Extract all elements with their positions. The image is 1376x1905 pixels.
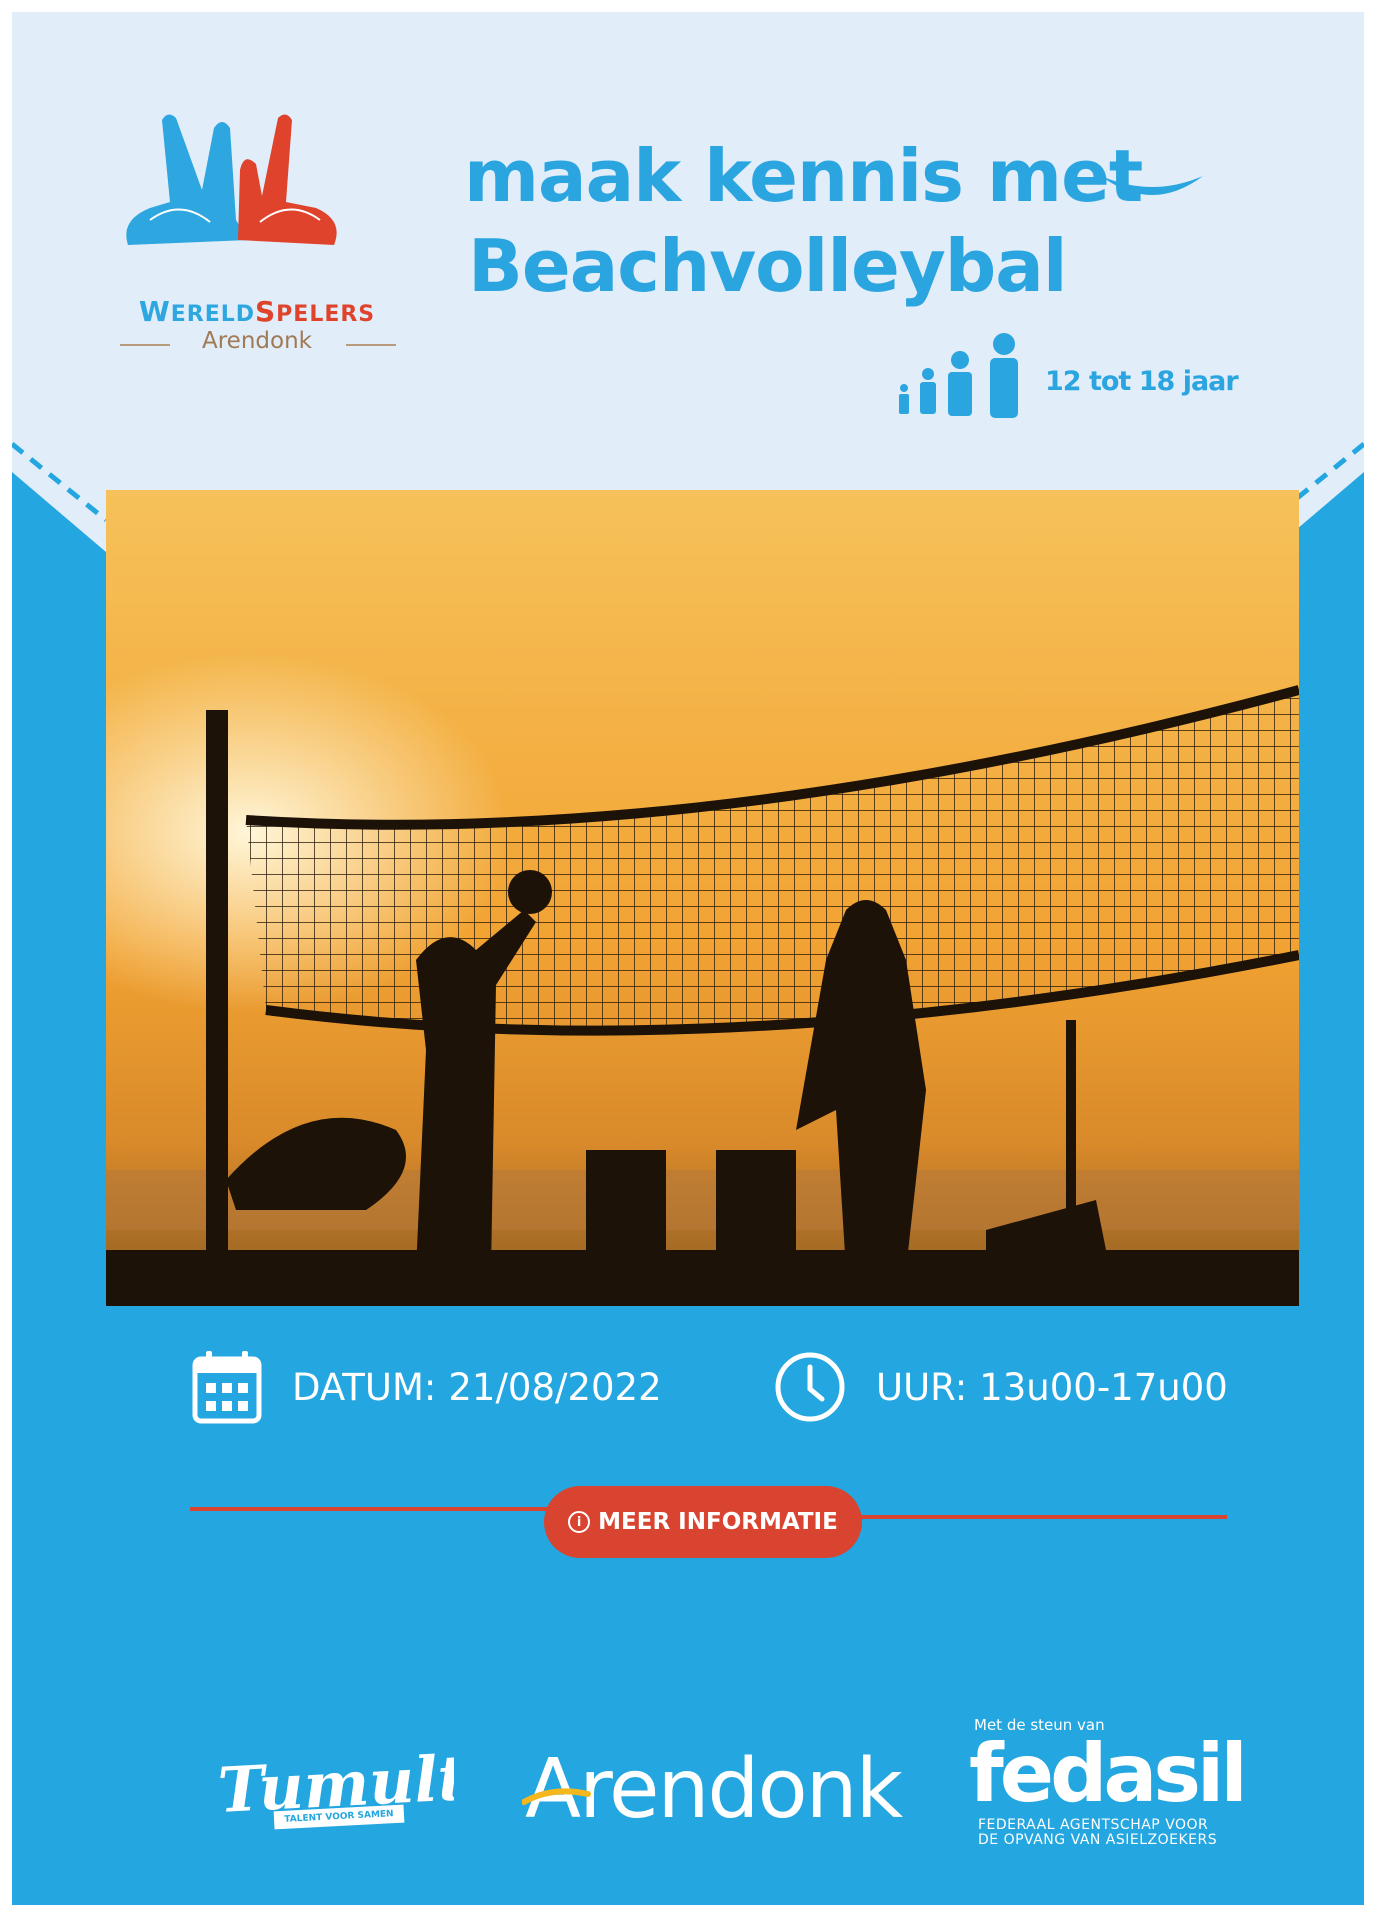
calendar-icon <box>192 1351 262 1424</box>
logo-location: Arendonk <box>202 328 312 354</box>
age-range: 12 tot 18 jaar <box>1045 366 1239 397</box>
info-icon: i <box>568 1511 591 1533</box>
fedasil-logo: fedasil <box>969 1727 1248 1820</box>
people-icon <box>899 333 1018 418</box>
date-row: DATUM: 21/08/2022 <box>192 1347 662 1427</box>
swoosh-icon <box>522 1788 591 1805</box>
time-row: UUR: 13u00-17u00 <box>774 1347 1228 1427</box>
date-label: DATUM: <box>292 1365 437 1409</box>
fedasil-subtitle-2: DE OPVANG VAN ASIELZOEKERS <box>978 1832 1218 1848</box>
time-label: UUR: <box>876 1365 968 1409</box>
smile-icon <box>1101 176 1203 195</box>
date-value: 21/08/2022 <box>448 1365 662 1409</box>
fedasil-subtitle-1: FEDERAAL AGENTSCHAP VOOR <box>978 1817 1209 1833</box>
clock-icon <box>775 1352 845 1422</box>
logo-wordmark: WERELDSPELERS <box>138 295 376 328</box>
beachvolleyball-photo <box>106 490 1299 1306</box>
more-info-button[interactable]: i MEER INFORMATIE <box>544 1486 862 1558</box>
cta-line-right <box>857 1515 1227 1519</box>
more-info-label: MEER INFORMATIE <box>598 1509 838 1535</box>
headline: maak kennis met <box>464 134 1143 218</box>
time-value: 13u00-17u00 <box>979 1365 1228 1409</box>
page-title: Beachvolleybal <box>468 224 1068 308</box>
poster: WERELDSPELERS Arendonk maak kennis met B… <box>12 12 1364 1905</box>
cta-line-left <box>190 1507 550 1511</box>
